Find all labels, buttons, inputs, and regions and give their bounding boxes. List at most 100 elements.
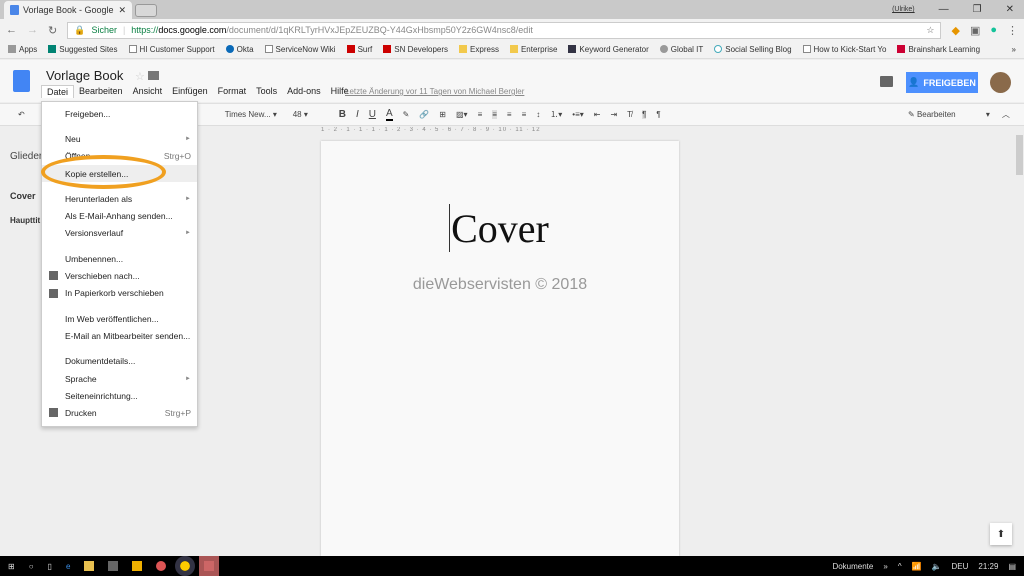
close-tab-icon[interactable]: ✕ [118,5,126,16]
network-icon[interactable]: 📶 [912,562,922,571]
notifications-icon[interactable]: ▤ [1008,562,1016,571]
extension-icon[interactable]: ◆ [951,24,959,37]
toolbar-label[interactable]: Dokumente [832,562,873,571]
undo-icon[interactable]: ↶ [18,110,25,119]
bookmark[interactable]: Global IT [659,45,703,54]
edge-icon[interactable]: e [66,562,70,571]
image-icon[interactable]: ▨▾ [456,110,468,119]
new-tab-button[interactable] [135,4,157,17]
firefox-icon[interactable] [156,561,167,571]
menu-item[interactable]: Verschieben nach... [42,267,197,284]
grammarly-icon[interactable]: ● [990,24,997,36]
comment-add-icon[interactable]: ⊞ [439,110,446,119]
app-icon[interactable] [199,556,220,576]
restore-icon[interactable]: ❐ [973,4,982,15]
url-input[interactable]: 🔒 Sicher | https://docs.google.com/document… [67,21,942,39]
justify-icon[interactable]: ≡ [522,110,527,119]
bold-button[interactable]: B [339,109,346,120]
bookmark[interactable]: Apps [8,45,37,54]
menu-item[interactable]: Drucken Strg+P [42,404,197,421]
ruler[interactable]: 1 · 2 · 1 · 1 · 1 · 1 · 2 · 3 · 4 · 5 · … [321,127,679,134]
align-right-icon[interactable]: ≡ [507,110,512,119]
menu-einfuegen[interactable]: Einfügen [167,85,213,98]
forward-icon[interactable]: → [27,24,38,36]
task-view-icon[interactable]: ▯ [48,562,52,571]
avatar[interactable] [990,72,1011,93]
font-size-select[interactable]: 48 ▾ [293,110,329,119]
menu-tools[interactable]: Tools [251,85,282,98]
profile-name[interactable]: (Ulrike) [892,6,915,13]
rtl-icon[interactable]: ¶ [656,110,660,119]
bookmark-folder[interactable]: Express [459,45,499,54]
bookmark[interactable]: Brainshark Learning [897,45,980,54]
volume-icon[interactable]: 🔈 [932,562,942,571]
underline-button[interactable]: U [369,109,376,120]
menu-item[interactable]: Seiteneinrichtung... [42,387,197,404]
menu-icon[interactable]: ⋮ [1007,24,1018,37]
explorer-icon[interactable] [84,561,95,571]
language-indicator[interactable]: DEU [952,562,969,571]
bookmark[interactable]: ServiceNow Wiki [264,45,336,54]
scrollbar[interactable] [1016,135,1023,175]
folder-icon[interactable] [148,71,160,80]
line-spacing-icon[interactable]: ↕ [536,110,540,119]
docs-logo-icon[interactable] [13,70,30,92]
clear-formatting-icon[interactable]: T̸ [627,110,632,119]
menu-item[interactable]: E-Mail an Mitbearbeiter senden... [42,327,197,344]
menu-ansicht[interactable]: Ansicht [128,85,168,98]
menu-item[interactable]: Herunterladen als ► [42,190,197,207]
share-button[interactable]: 👤 FREIGEBEN [906,72,978,93]
menu-item[interactable]: Dokumentdetails... [42,353,197,370]
bulleted-list-icon[interactable]: •≡▾ [572,110,583,119]
star-icon[interactable]: ☆ [135,71,145,83]
numbered-list-icon[interactable]: ⒈▾ [550,109,562,120]
ltr-icon[interactable]: ¶ [642,110,647,119]
menu-format[interactable]: Format [213,85,252,98]
highlight-icon[interactable]: ✎ [403,110,410,119]
document-title[interactable]: Vorlage Book ☆ [46,68,160,83]
chrome-icon[interactable] [175,556,196,576]
bookmark[interactable]: SN Developers [383,45,448,54]
menu-item[interactable]: Versionsverlauf ► [42,225,197,242]
font-select[interactable]: Times New... ▾ [225,110,283,119]
bookmark[interactable]: Keyword Generator [568,45,649,54]
text-color-button[interactable]: A [385,108,393,121]
search-icon[interactable]: ○ [29,562,34,571]
menu-item[interactable]: Freigeben... [42,105,197,122]
menu-item[interactable]: In Papierkorb verschieben [42,285,197,302]
menu-item[interactable]: Im Web veröffentlichen... [42,310,197,327]
menu-item[interactable]: Sprache ► [42,370,197,387]
store-icon[interactable] [108,561,119,571]
bookmark[interactable]: Social Selling Blog [714,45,792,54]
align-left-icon[interactable]: ≡ [478,110,483,119]
bookmark[interactable]: Suggested Sites [48,45,118,54]
bookmark[interactable]: HI Customer Support [128,45,215,54]
bookmark[interactable]: Surf [346,45,372,54]
explore-button[interactable]: ⬆ [990,523,1012,545]
decrease-indent-icon[interactable]: ⇤ [594,110,601,119]
menu-datei[interactable]: Datei [41,85,75,98]
menu-item[interactable]: Umbenennen... [42,250,197,267]
menu-bearbeiten[interactable]: Bearbeiten [74,85,128,98]
bookmark[interactable]: Okta [225,45,254,54]
align-center-icon[interactable]: ≡ [492,110,497,119]
document-page[interactable]: Cover dieWebservisten © 2018 [321,141,679,556]
star-icon[interactable]: ☆ [926,25,934,36]
tray-up-icon[interactable]: ^ [898,562,902,571]
bookmark[interactable]: How to Kick-Start Yo [802,45,886,54]
increase-indent-icon[interactable]: ⇥ [610,110,617,119]
reload-icon[interactable]: ↻ [48,24,57,37]
clock[interactable]: 21:29 [978,562,998,571]
bookmark-folder[interactable]: Enterprise [509,45,557,54]
extension-icon[interactable]: ▣ [970,24,980,37]
editing-mode-select[interactable]: ✎ Bearbeiten ▾ ︿ [908,109,1010,120]
italic-button[interactable]: I [356,109,359,120]
last-edit-link[interactable]: Letzte Änderung vor 11 Tagen von Michael… [345,87,524,96]
windows-start-icon[interactable]: ⊞ [8,562,15,571]
outline-item[interactable]: Haupttit [10,216,40,225]
outlook-icon[interactable] [132,561,143,571]
comments-icon[interactable] [880,76,893,87]
outline-item[interactable]: Cover [10,191,36,201]
collapse-icon[interactable]: ︿ [1002,110,1010,119]
menu-item[interactable]: Neu ► [42,130,197,147]
